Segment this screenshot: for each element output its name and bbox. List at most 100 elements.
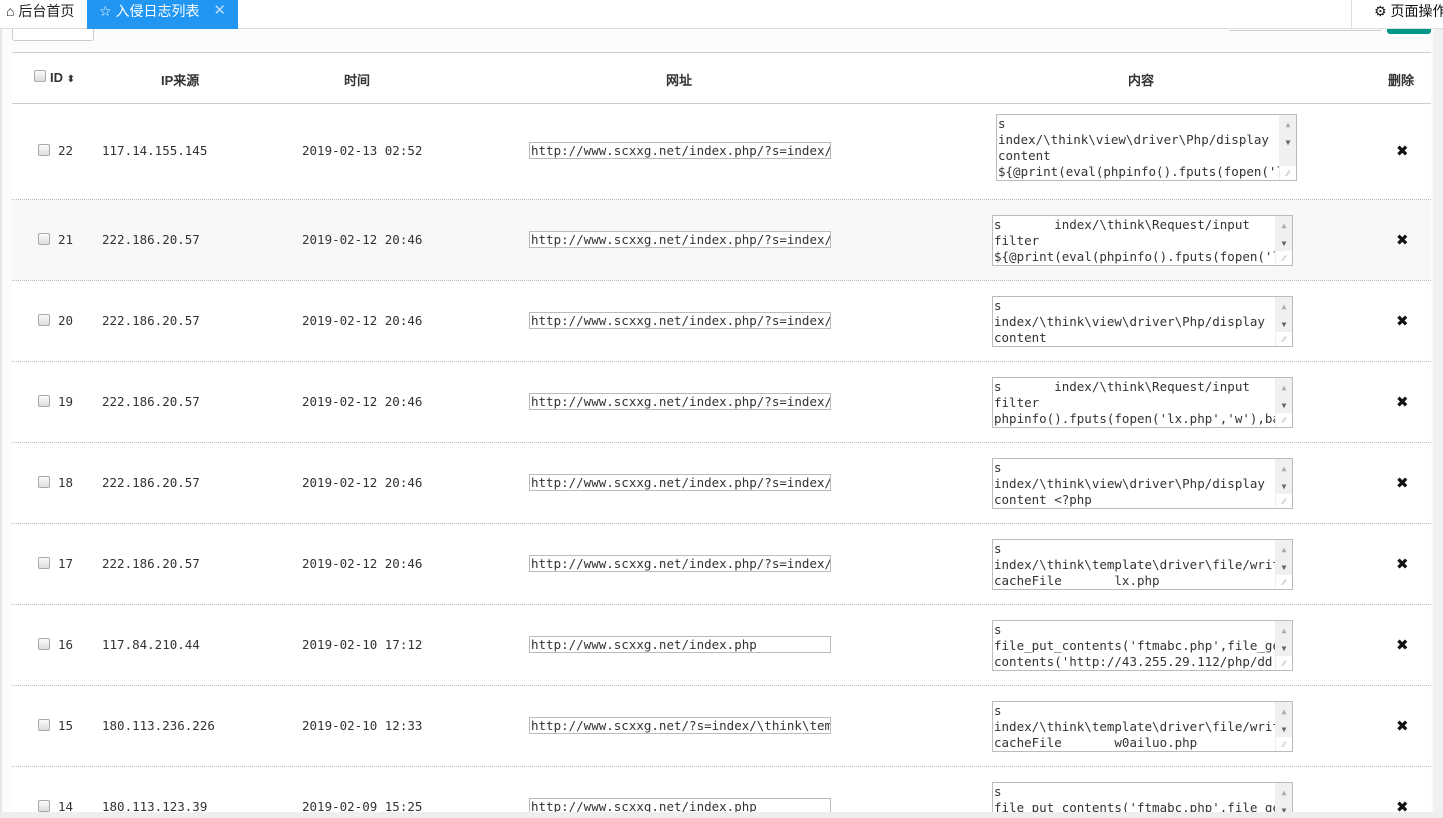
row-url-input[interactable]: http://www.scxxg.net/index.php/?s=index/… (529, 393, 831, 410)
row-checkbox[interactable] (38, 314, 50, 326)
scroll-down-icon[interactable]: ▼ (1276, 479, 1292, 495)
delete-icon[interactable]: ✖ (1396, 555, 1409, 573)
row-time: 2019-02-12 20:46 (302, 556, 423, 571)
row-id: 16 (58, 637, 74, 652)
scroll-down-icon[interactable]: ▼ (1276, 560, 1292, 576)
row-url-input[interactable]: http://www.scxxg.net/index.php/?s=index/… (529, 312, 831, 329)
row-content-textarea[interactable]: s index/\think\view\driver\Php/display c… (992, 296, 1293, 347)
resize-grip-icon[interactable]: ⁄⁄ (1276, 332, 1292, 346)
sort-icon[interactable]: ⬍ (67, 74, 75, 85)
scroll-down-icon[interactable]: ▼ (1276, 722, 1292, 738)
textarea-scrollbar[interactable]: ▲ ▼⁄⁄ (1275, 702, 1292, 751)
resize-grip-icon[interactable]: ⁄⁄ (1276, 737, 1292, 751)
row-checkbox[interactable] (38, 557, 50, 569)
textarea-scrollbar[interactable]: ▲ ▼ ⁄⁄ (1279, 115, 1296, 180)
search-input[interactable] (1230, 29, 1382, 31)
row-url-input[interactable]: http://www.scxxg.net/index.php/?s=index/… (529, 474, 831, 491)
row-content-textarea[interactable]: s index/\think\view\driver\Php/display c… (996, 114, 1297, 181)
delete-icon[interactable]: ✖ (1396, 717, 1409, 735)
scroll-up-icon[interactable]: ▲ (1276, 380, 1292, 396)
row-time: 2019-02-12 20:46 (302, 475, 423, 490)
tab-label: 入侵日志列表 (115, 3, 200, 19)
toolbar-box[interactable] (12, 29, 94, 41)
delete-icon[interactable]: ✖ (1396, 231, 1409, 249)
scroll-up-icon[interactable]: ▲ (1276, 299, 1292, 315)
row-checkbox[interactable] (38, 638, 50, 650)
resize-grip-icon[interactable]: ⁄⁄ (1276, 656, 1292, 670)
scroll-down-icon[interactable]: ▼ (1276, 803, 1292, 812)
tab-home[interactable]: ⌂ 后台首页 (0, 0, 80, 29)
table-row: 18 222.186.20.57 2019-02-12 20:46 http:/… (12, 443, 1431, 524)
select-all-checkbox[interactable] (34, 70, 46, 82)
row-checkbox[interactable] (38, 233, 50, 245)
scroll-down-icon[interactable]: ▼ (1280, 135, 1296, 151)
scroll-down-icon[interactable]: ▼ (1276, 641, 1292, 657)
row-ip: 222.186.20.57 (102, 232, 200, 247)
row-content-textarea[interactable]: s index/\think\Request/input filter phpi… (992, 377, 1293, 428)
row-checkbox[interactable] (38, 800, 50, 812)
horizontal-scrollbar[interactable] (0, 812, 1443, 818)
close-icon[interactable]: ✕ (213, 0, 226, 22)
resize-grip-icon[interactable]: ⁄⁄ (1276, 413, 1292, 427)
row-checkbox[interactable] (38, 719, 50, 731)
delete-icon[interactable]: ✖ (1396, 636, 1409, 654)
col-delete: 删除 (1388, 73, 1415, 88)
scroll-down-icon[interactable]: ▼ (1276, 398, 1292, 414)
scroll-up-icon[interactable]: ▲ (1276, 218, 1292, 234)
row-checkbox[interactable] (38, 395, 50, 407)
search-button[interactable] (1387, 29, 1431, 34)
textarea-scrollbar[interactable]: ▲ ▼⁄⁄ (1275, 540, 1292, 589)
textarea-scrollbar[interactable]: ▲ ▼⁄⁄ (1275, 297, 1292, 346)
delete-icon[interactable]: ✖ (1396, 798, 1409, 812)
scroll-up-icon[interactable]: ▲ (1276, 785, 1292, 801)
scroll-up-icon[interactable]: ▲ (1276, 623, 1292, 639)
delete-icon[interactable]: ✖ (1396, 142, 1409, 160)
row-checkbox[interactable] (38, 144, 50, 156)
resize-grip-icon[interactable]: ⁄⁄ (1276, 494, 1292, 508)
resize-grip-icon[interactable]: ⁄⁄ (1276, 251, 1292, 265)
textarea-scrollbar[interactable]: ▲▼⁄⁄ (1275, 783, 1292, 812)
scroll-up-icon[interactable]: ▲ (1276, 704, 1292, 720)
textarea-scrollbar[interactable]: ▲ ▼⁄⁄ (1275, 459, 1292, 508)
page-operations-button[interactable]: ⚙ 页面操作 (1351, 0, 1443, 29)
delete-icon[interactable]: ✖ (1396, 312, 1409, 330)
row-time: 2019-02-12 20:46 (302, 394, 423, 409)
scroll-up-icon[interactable]: ▲ (1280, 117, 1296, 133)
table-row: 20 222.186.20.57 2019-02-12 20:46 http:/… (12, 281, 1431, 362)
content-area: ID ⬍ IP来源 时间 网址 内容 删除 22 117.14.155.145 … (0, 29, 1433, 812)
textarea-scrollbar[interactable]: ▲ ▼⁄⁄ (1275, 216, 1292, 265)
row-url-input[interactable]: http://www.scxxg.net/index.php (529, 798, 831, 812)
scroll-down-icon[interactable]: ▼ (1276, 317, 1292, 333)
row-url-input[interactable]: http://www.scxxg.net/index.php (529, 636, 831, 653)
tab-bar: ⌂ 后台首页 ☆ 入侵日志列表 ✕ ⚙ 页面操作 (0, 0, 1443, 29)
row-id: 19 (58, 394, 74, 409)
row-content-text: s file_put_contents('ftmabc.php',file_ge… (994, 622, 1293, 669)
row-content-textarea[interactable]: s index/\think\template\driver\file/writ… (992, 539, 1293, 590)
resize-grip-icon[interactable]: ⁄⁄ (1280, 166, 1296, 180)
col-id[interactable]: ID ⬍ (50, 70, 75, 85)
scroll-down-icon[interactable]: ▼ (1276, 236, 1292, 252)
resize-grip-icon[interactable]: ⁄⁄ (1276, 575, 1292, 589)
delete-icon[interactable]: ✖ (1396, 474, 1409, 492)
scroll-up-icon[interactable]: ▲ (1276, 461, 1292, 477)
row-ip: 222.186.20.57 (102, 556, 200, 571)
row-url-input[interactable]: http://www.scxxg.net/?s=index/\think\tem… (529, 717, 831, 734)
row-url-input[interactable]: http://www.scxxg.net/index.php/?s=index/… (529, 142, 831, 159)
row-content-textarea[interactable]: s index/\think\Request/input filter ${@p… (992, 215, 1293, 266)
table-row: 19 222.186.20.57 2019-02-12 20:46 http:/… (12, 362, 1431, 443)
row-content-textarea[interactable]: s index/\think\view\driver\Php/display c… (992, 458, 1293, 509)
row-content-textarea[interactable]: s file_put_contents('ftmabc.php',file_ge… (992, 620, 1293, 671)
textarea-scrollbar[interactable]: ▲ ▼⁄⁄ (1275, 378, 1292, 427)
gear-icon: ⚙ (1374, 3, 1387, 19)
row-checkbox[interactable] (38, 476, 50, 488)
textarea-scrollbar[interactable]: ▲ ▼⁄⁄ (1275, 621, 1292, 670)
tab-intrusion-log[interactable]: ☆ 入侵日志列表 ✕ (87, 0, 238, 29)
table-row: 17 222.186.20.57 2019-02-12 20:46 http:/… (12, 524, 1431, 605)
row-content-textarea[interactable]: s index/\think\template\driver\file/writ… (992, 701, 1293, 752)
row-content-textarea[interactable]: s file_put_contents('ftmabc.php',file_ge… (992, 782, 1293, 812)
row-url-input[interactable]: http://www.scxxg.net/index.php/?s=index/… (529, 231, 831, 248)
delete-icon[interactable]: ✖ (1396, 393, 1409, 411)
row-url-input[interactable]: http://www.scxxg.net/index.php/?s=index/… (529, 555, 831, 572)
vertical-scrollbar[interactable] (1433, 29, 1443, 818)
scroll-up-icon[interactable]: ▲ (1276, 542, 1292, 558)
